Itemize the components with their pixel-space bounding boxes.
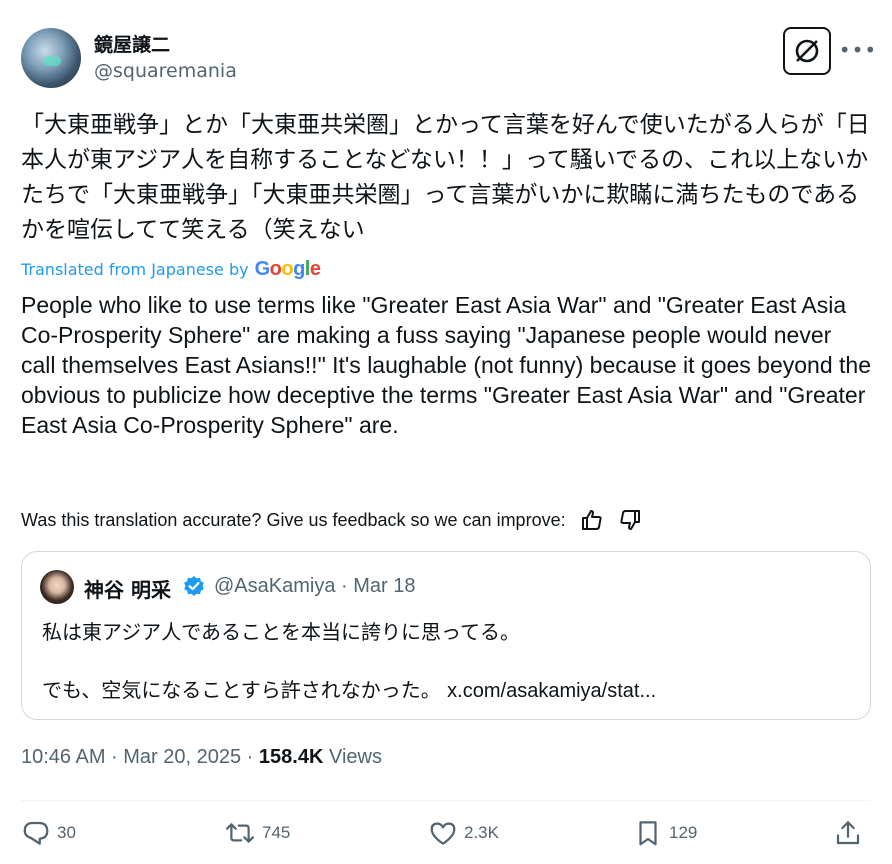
verified-badge-icon bbox=[184, 576, 204, 596]
tweet-translation: People who like to use terms like "Great… bbox=[21, 292, 872, 438]
tweet-text: 「大東亜戦争」とか「大東亜共栄圏」とかって言葉を好んで使いたがる人らが「日本人が… bbox=[21, 112, 870, 243]
views-label: Views bbox=[323, 746, 382, 768]
share-button[interactable] bbox=[833, 818, 863, 848]
bookmark-icon bbox=[639, 821, 657, 846]
timestamp[interactable]: 10:46 AM · Mar 20, 2025 · bbox=[21, 746, 259, 768]
google-logo-letter: o bbox=[281, 258, 294, 280]
quoted-tweet[interactable]: 神谷 明采 @AsaKamiya · Mar 18 私は東アジア人であることを本… bbox=[21, 551, 871, 720]
google-logo-letter: g bbox=[293, 258, 305, 280]
feedback-prompt: Was this translation accurate? Give us f… bbox=[21, 509, 566, 530]
reply-button[interactable]: 30 bbox=[21, 818, 76, 848]
author-avatar[interactable] bbox=[21, 28, 81, 88]
author-handle[interactable]: @squaremania bbox=[94, 60, 237, 82]
quoted-text-line2: でも、空気になることすら許されなかった。 x.com/asakamiya/sta… bbox=[42, 674, 656, 703]
translation-feedback: Was this translation accurate? Give us f… bbox=[21, 508, 642, 532]
grok-button[interactable] bbox=[783, 27, 831, 75]
repost-count: 745 bbox=[262, 823, 291, 842]
quoted-handle-date[interactable]: @AsaKamiya · Mar 18 bbox=[214, 575, 415, 598]
reply-count: 30 bbox=[57, 823, 76, 842]
quoted-link[interactable]: x.com/asakamiya/stat... bbox=[447, 680, 656, 702]
quoted-text-line2-body: でも、空気になることすら許されなかった。 bbox=[42, 678, 441, 702]
translation-attribution: Translated from Japanese by Google bbox=[21, 258, 321, 281]
share-icon bbox=[836, 821, 860, 845]
google-logo-letter: e bbox=[309, 258, 321, 280]
google-logo: Google bbox=[255, 258, 321, 281]
repost-icon bbox=[225, 823, 255, 843]
repost-button[interactable]: 745 bbox=[224, 818, 290, 848]
grok-icon bbox=[795, 39, 819, 63]
more-options-button[interactable]: ••• bbox=[838, 34, 878, 66]
bookmark-button[interactable]: 129 bbox=[633, 818, 697, 848]
tweet-meta: 10:46 AM · Mar 20, 2025 · 158.4K Views bbox=[21, 746, 382, 769]
bookmark-count: 129 bbox=[669, 823, 698, 842]
quoted-text-line1: 私は東アジア人であることを本当に誇りに思ってる。 bbox=[42, 620, 520, 644]
quoted-author-avatar[interactable] bbox=[40, 570, 74, 604]
divider bbox=[21, 800, 871, 801]
views-count: 158.4K bbox=[258, 746, 324, 768]
like-count: 2.3K bbox=[464, 823, 499, 842]
author-display-name[interactable]: 鏡屋譲二 bbox=[94, 30, 170, 57]
like-button[interactable]: 2.3K bbox=[428, 818, 499, 848]
heart-icon bbox=[430, 822, 456, 845]
translated-from-label: Translated from Japanese by bbox=[21, 260, 249, 279]
action-bar: 30 745 2.3K 129 bbox=[21, 818, 871, 854]
more-icon: ••• bbox=[838, 38, 878, 62]
reply-icon bbox=[23, 821, 49, 845]
thumbs-up-icon[interactable] bbox=[580, 508, 604, 532]
google-logo-letter: G bbox=[254, 258, 271, 280]
thumbs-down-icon[interactable] bbox=[618, 508, 642, 532]
quoted-author-name[interactable]: 神谷 明采 bbox=[84, 574, 171, 603]
google-logo-letter: o bbox=[269, 258, 282, 280]
